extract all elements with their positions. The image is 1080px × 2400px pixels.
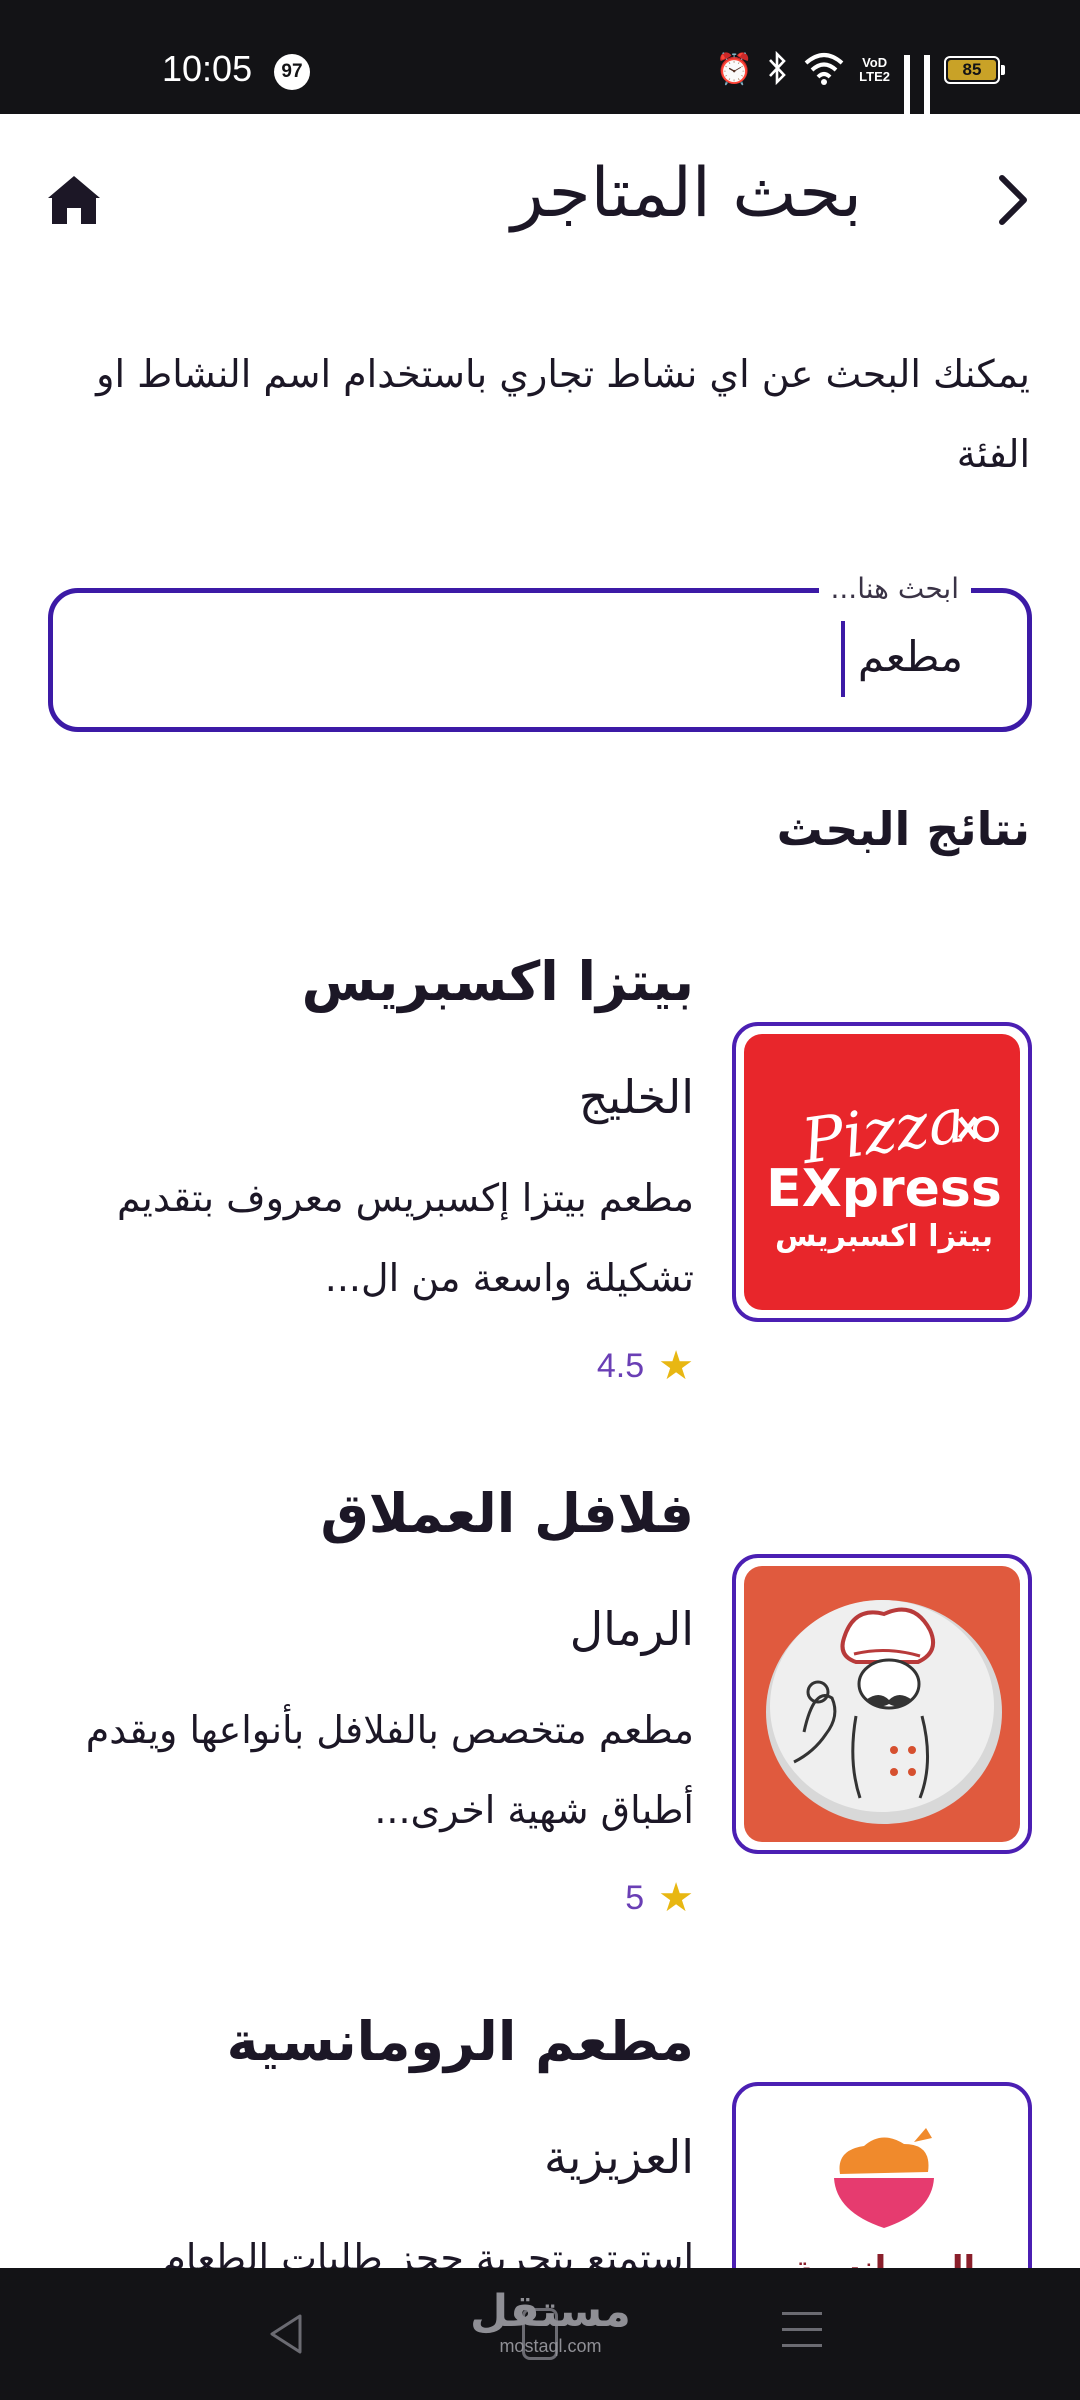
- logo-text-express: EXpress: [766, 1159, 1002, 1219]
- home-icon[interactable]: [44, 170, 104, 230]
- status-bar: 10:05 97 ⏰ VoD LTE2 85: [0, 0, 1080, 131]
- mostaql-watermark: مستقل mostaql.com: [470, 2288, 631, 2357]
- store-name[interactable]: مطعم الرومانسية: [227, 2010, 694, 2073]
- store-area: الخليج: [578, 1070, 694, 1124]
- battery-level: 85: [948, 60, 996, 80]
- store-logo-card[interactable]: [732, 1554, 1032, 1854]
- alarm-icon: ⏰: [715, 52, 754, 87]
- store-name[interactable]: بيتزا اكسبريس: [302, 950, 694, 1013]
- result-card[interactable]: الرومانسية مطعم الرومانسية العزيزية استم…: [0, 2000, 1080, 2268]
- wifi-icon: [803, 51, 845, 89]
- store-logo-card[interactable]: Pizza EXpress بيتزا اكسبريس: [732, 1022, 1032, 1322]
- logo-text-arabic: بيتزا اكسبريس: [775, 1219, 993, 1254]
- rating-value: 4.5: [596, 1346, 645, 1385]
- star-icon: ★: [658, 1875, 694, 1921]
- store-logo-card[interactable]: الرومانسية: [732, 2082, 1032, 2268]
- nav-menu-icon[interactable]: [782, 2312, 822, 2352]
- page-title: بحث المتاجر: [511, 154, 862, 233]
- store-description: مطعم متخصص بالفلافل بأنواعها ويقدم أطباق…: [85, 1708, 694, 1832]
- status-time: 10:05: [162, 48, 253, 89]
- search-label: ابحث هنا...: [818, 571, 971, 607]
- results-title: نتائج البحث: [776, 802, 1030, 856]
- result-card[interactable]: فلافل العملاق الرمال مطعم متخصص بالفلافل…: [0, 1472, 1080, 1932]
- falafel-chef-logo: [744, 1566, 1020, 1842]
- store-area: الرمال: [569, 1602, 694, 1656]
- text-cursor: [841, 621, 845, 697]
- bluetooth-icon: [767, 50, 789, 89]
- result-card[interactable]: Pizza EXpress بيتزا اكسبريس بيتزا اكسبري…: [0, 940, 1080, 1400]
- store-description: مطعم بيتزا إكسبريس معروف بتقديم تشكيلة و…: [117, 1176, 694, 1300]
- status-icons: ⏰ VoD LTE2 85: [715, 48, 1005, 131]
- store-area: العزيزية: [543, 2130, 694, 2184]
- nav-back-icon[interactable]: [264, 2310, 308, 2358]
- pizza-express-logo: Pizza EXpress بيتزا اكسبريس: [744, 1034, 1020, 1310]
- logo-text-arabic: الرومانسية: [793, 2249, 975, 2268]
- signal-icon-2: [924, 55, 930, 131]
- notification-count-badge: 97: [274, 54, 310, 90]
- intro-text: يمكنك البحث عن اي نشاط تجاري باستخدام اس…: [96, 352, 1030, 476]
- watermark-arabic: مستقل: [470, 2286, 631, 2337]
- chevron-right-icon[interactable]: [980, 168, 1040, 232]
- store-name[interactable]: فلافل العملاق: [321, 1482, 694, 1545]
- signal-icon-1: [904, 55, 910, 131]
- store-rating: ★ 4.5: [597, 1346, 694, 1386]
- star-icon: ★: [658, 1343, 694, 1389]
- system-navigation-bar: مستقل mostaql.com: [0, 2268, 1080, 2400]
- store-description: استمتع بتجربة حجز طلبات الطعام: [162, 2236, 694, 2268]
- store-rating: ★ 5: [625, 1878, 694, 1918]
- romansiya-logo: الرومانسية: [744, 2094, 1020, 2268]
- watermark-latin: mostaql.com: [499, 2336, 602, 2356]
- volte-icon: VoD LTE2: [859, 55, 890, 84]
- search-input[interactable]: ابحث هنا... مطعم: [48, 571, 1032, 732]
- battery-icon: 85: [944, 56, 1005, 84]
- rating-value: 5: [625, 1878, 645, 1917]
- search-value[interactable]: مطعم: [858, 627, 963, 687]
- app-header: بحث المتاجر: [0, 114, 1080, 284]
